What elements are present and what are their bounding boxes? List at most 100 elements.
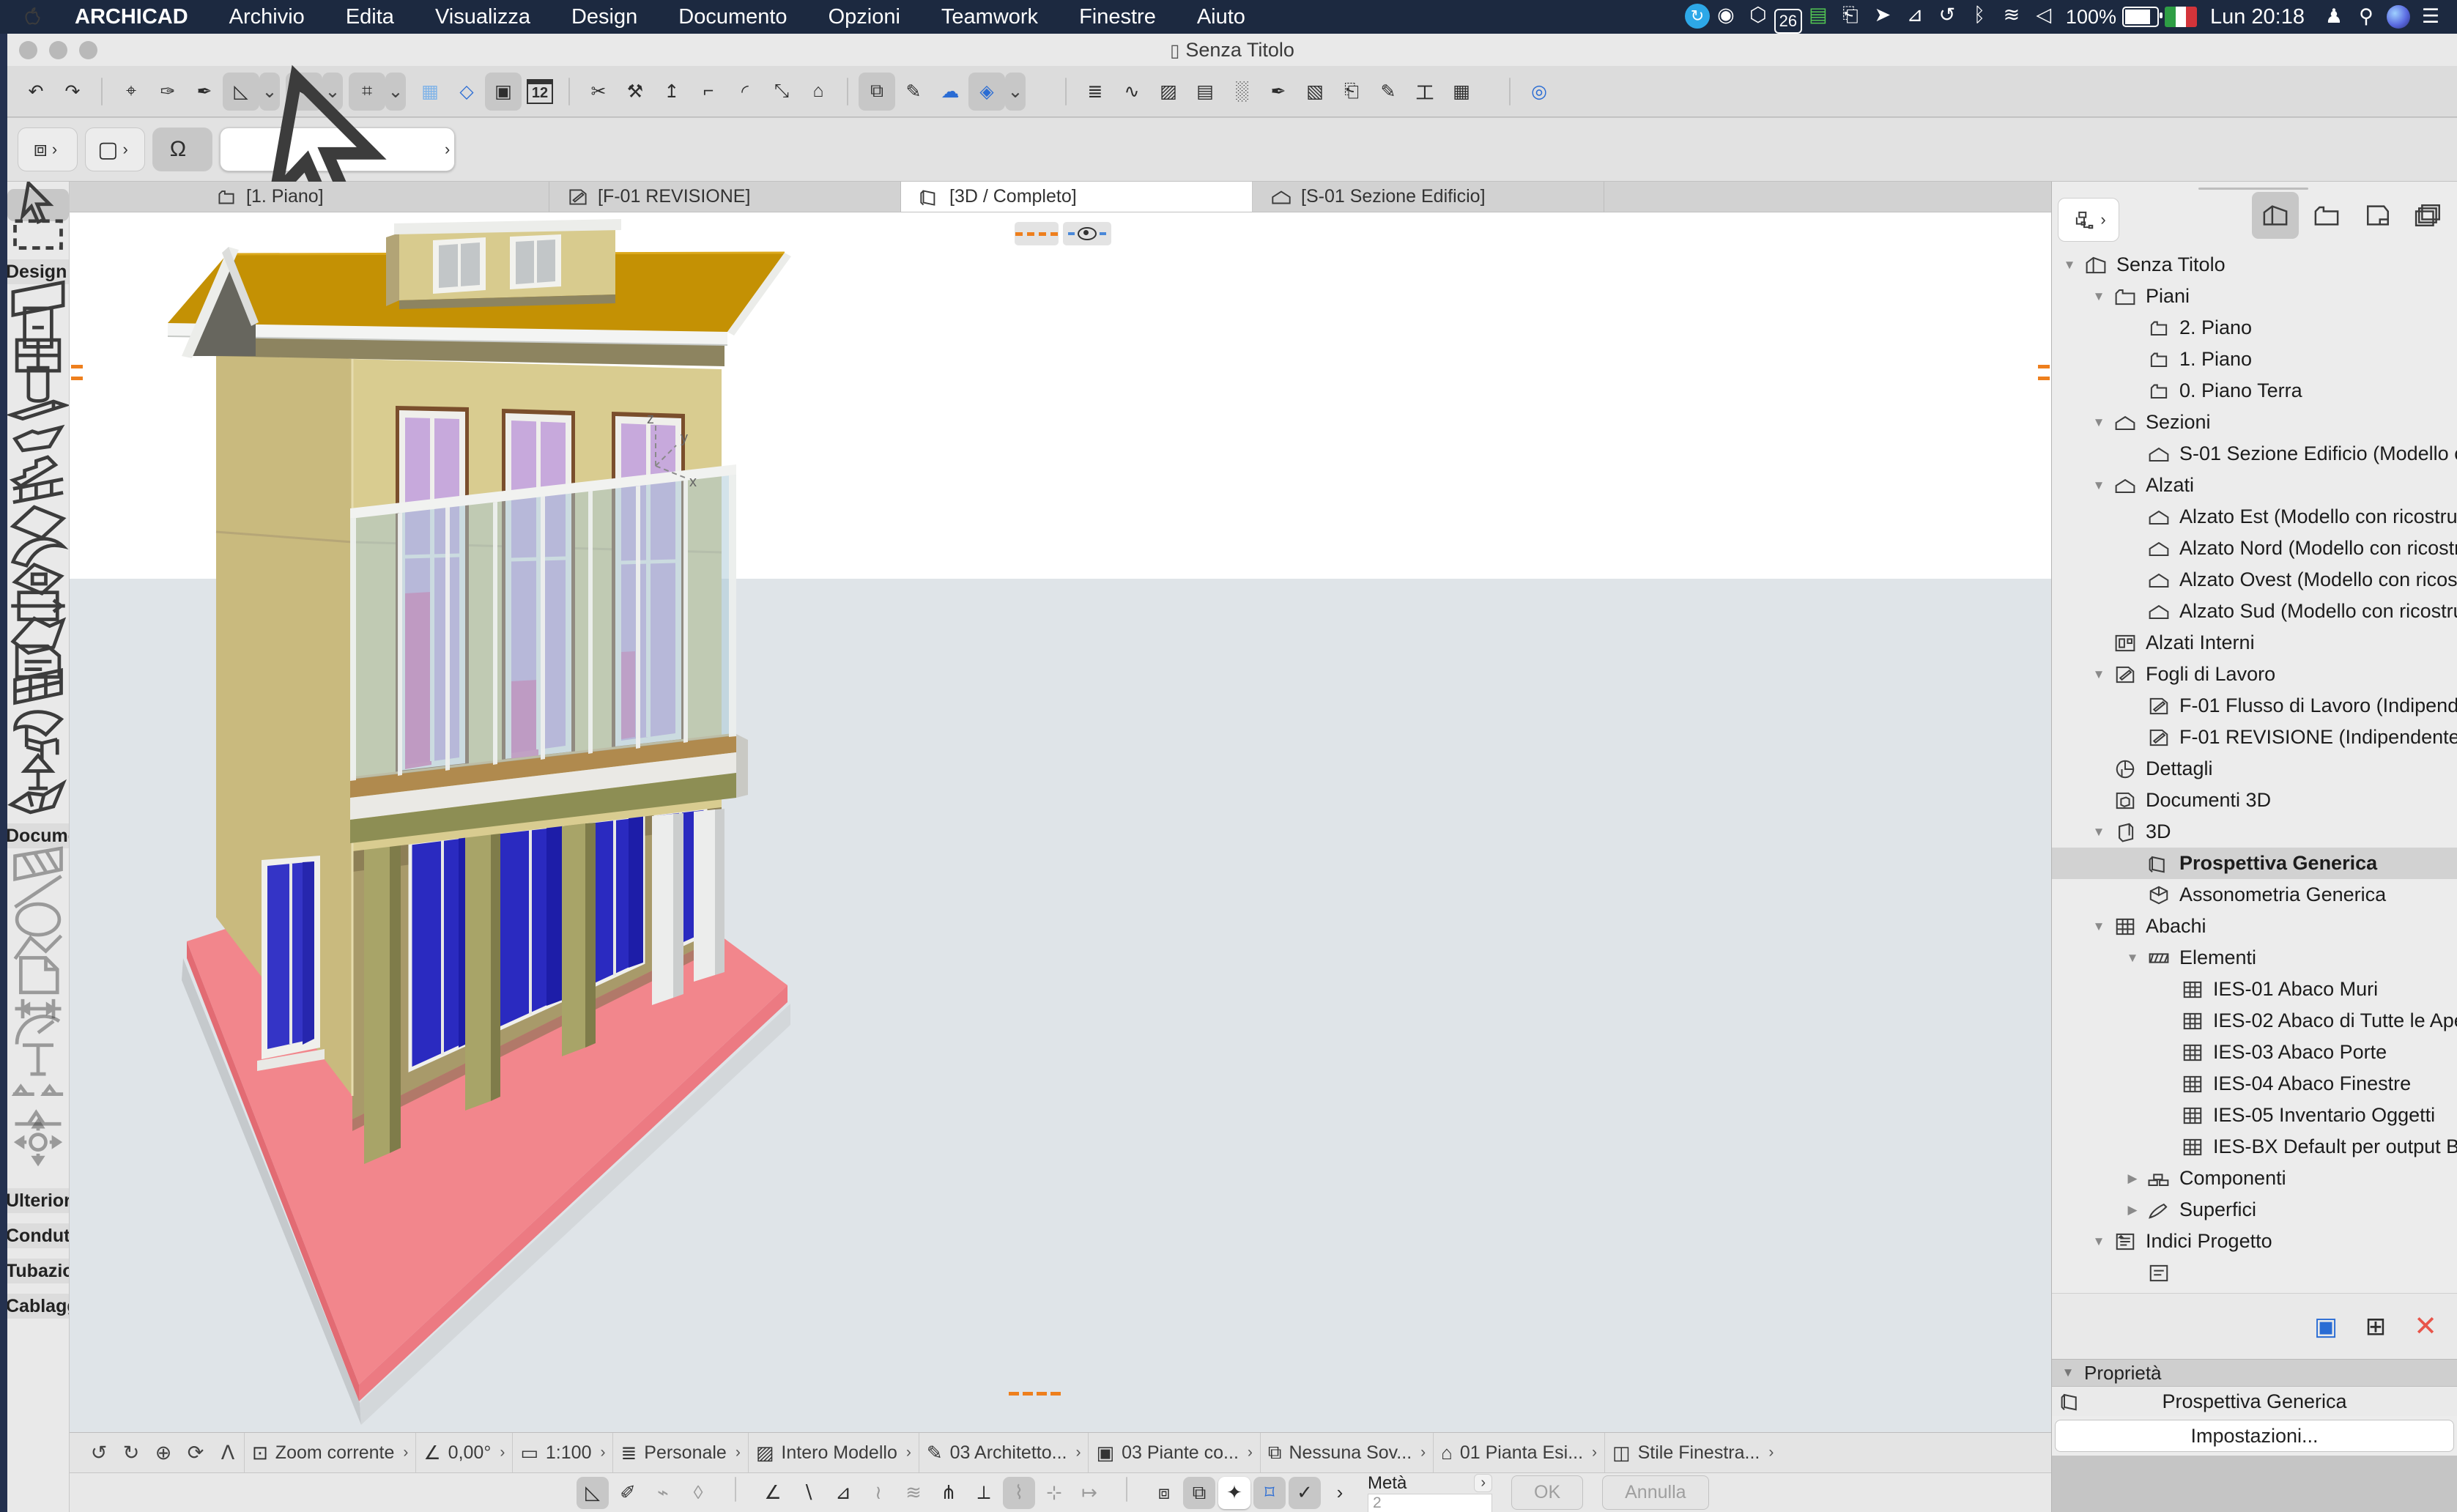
- visibility-eye-toggle[interactable]: [1063, 222, 1111, 245]
- view-tab[interactable]: [3D / Completo]: [901, 182, 1253, 212]
- tree-item[interactable]: [2052, 1257, 2457, 1289]
- panel-drag-handle[interactable]: [2198, 188, 2308, 190]
- inject-params[interactable]: ✒: [186, 73, 223, 111]
- tree-item[interactable]: Documenti 3D: [2052, 785, 2457, 816]
- surfaces[interactable]: ▧: [1297, 73, 1333, 111]
- toolbar-button[interactable]: [847, 78, 848, 105]
- status-segment[interactable]: ▣03 Piante co...›: [1088, 1433, 1259, 1472]
- tree-item[interactable]: Assonometria Generica: [2052, 879, 2457, 911]
- tree-item[interactable]: IES-05 Inventario Oggetti: [2052, 1100, 2457, 1131]
- chevron-right-icon[interactable]: ›: [1474, 1474, 1492, 1492]
- close[interactable]: ✕: [2407, 1308, 2444, 1346]
- tree-item[interactable]: ▼Sezioni: [2052, 407, 2457, 438]
- tree-item[interactable]: ▼Elementi: [2052, 942, 2457, 974]
- editing-plane-toggle[interactable]: [1015, 222, 1059, 245]
- tree-item[interactable]: Dettagli: [2052, 753, 2457, 785]
- menu-item[interactable]: Opzioni: [808, 5, 921, 29]
- marquee-transform[interactable]: ⧉: [859, 73, 895, 111]
- fillet[interactable]: ◜: [727, 73, 763, 111]
- menu-clock[interactable]: Lun 20:18: [2203, 5, 2312, 29]
- menu-item[interactable]: Teamwork: [921, 5, 1059, 29]
- marquee-cursor[interactable]: ▢›: [85, 127, 145, 171]
- composites[interactable]: ▤: [1187, 73, 1223, 111]
- menu-item[interactable]: Design: [551, 5, 658, 29]
- menu-item[interactable]: Archivio: [209, 5, 325, 29]
- tree-item[interactable]: IES-02 Abaco di Tutte le Aperture: [2052, 1005, 2457, 1037]
- view-tab[interactable]: [F-01 REVISIONE]: [549, 182, 901, 212]
- status-segment[interactable]: ▭1:100›: [512, 1433, 612, 1472]
- cutaway-3d[interactable]: ◈: [968, 73, 1005, 111]
- siri[interactable]: ●: [2382, 2, 2415, 32]
- toolbar-button[interactable]: [1509, 78, 1511, 105]
- apple-menu-icon[interactable]: [16, 4, 50, 29]
- view-map[interactable]: [2303, 192, 2350, 239]
- sync[interactable]: ↻: [1685, 4, 1710, 29]
- tree-item[interactable]: IES-03 Abaco Porte: [2052, 1037, 2457, 1068]
- fills[interactable]: ▨: [1150, 73, 1187, 111]
- spotlight[interactable]: ⚲: [2350, 2, 2382, 32]
- tree-item[interactable]: F-01 REVISIONE (Indipendente): [2052, 722, 2457, 753]
- menu-item[interactable]: Aiuto: [1176, 5, 1266, 29]
- chevron-down[interactable]: ⌄: [1005, 73, 1026, 111]
- tree-item[interactable]: Alzati Interni: [2052, 627, 2457, 659]
- cancel-button[interactable]: Annulla: [1602, 1475, 1708, 1510]
- status-segment[interactable]: ⧉Nessuna Sov...›: [1260, 1433, 1433, 1472]
- undo[interactable]: ↶: [18, 73, 54, 111]
- tree-item[interactable]: ▼Senza Titolo: [2052, 249, 2457, 281]
- snap-point[interactable]: ⌇: [1003, 1477, 1035, 1509]
- tree-item[interactable]: ▼Alzati: [2052, 470, 2457, 501]
- redo[interactable]: ↷: [54, 73, 91, 111]
- snap-perp[interactable]: ⟂: [968, 1477, 1000, 1509]
- guide-ruler[interactable]: ◺: [577, 1477, 609, 1509]
- viewport-3d[interactable]: z y x: [70, 212, 2051, 1432]
- status-icon[interactable]: 26: [1774, 9, 1802, 34]
- arrow-cursor[interactable]: ›: [220, 127, 455, 171]
- tree-item[interactable]: S-01 Sezione Edificio (Modello con ricos…: [2052, 438, 2457, 470]
- line-types[interactable]: ∿: [1113, 73, 1150, 111]
- snap-offset[interactable]: ≀: [862, 1477, 894, 1509]
- properties-header[interactable]: ▼ Proprietà: [2052, 1359, 2457, 1387]
- tree-item[interactable]: Alzato Sud (Modello con ricostruzione au: [2052, 596, 2457, 627]
- snap-multi-offset[interactable]: ≋: [897, 1477, 930, 1509]
- status-segment[interactable]: ≣Personale›: [612, 1433, 747, 1472]
- toolbar-button[interactable]: [101, 78, 103, 105]
- nav-forward[interactable]: ↻: [115, 1437, 147, 1469]
- tree-item[interactable]: ▼3D: [2052, 816, 2457, 848]
- hatches[interactable]: ░: [1223, 73, 1260, 111]
- toolbar-button[interactable]: [568, 78, 570, 105]
- tree-item[interactable]: ▼Fogli di Lavoro: [2052, 659, 2457, 690]
- status-segment[interactable]: ▨Intero Modello›: [748, 1433, 919, 1472]
- tree-item[interactable]: F-01 Flusso di Lavoro (Indipendente): [2052, 690, 2457, 722]
- node-edit[interactable]: ▣: [485, 73, 522, 111]
- find-select[interactable]: ⌖: [113, 73, 149, 111]
- tree-item[interactable]: 0. Piano Terra: [2052, 375, 2457, 407]
- snap-elements[interactable]: ✓: [1289, 1477, 1321, 1509]
- layout-book[interactable]: [2354, 192, 2401, 239]
- project-map[interactable]: [2252, 192, 2299, 239]
- snap-vertex[interactable]: ∠: [757, 1477, 789, 1509]
- add-viewpoint[interactable]: ⊞: [2357, 1308, 2394, 1346]
- adjust[interactable]: ↥: [653, 73, 690, 111]
- stacks[interactable]: ▤: [1802, 0, 1834, 29]
- trim[interactable]: ⚒: [617, 73, 653, 111]
- project-tree-button[interactable]: ›: [2058, 198, 2119, 242]
- tree-item[interactable]: IES-01 Abaco Muri: [2052, 974, 2457, 1005]
- tree-item[interactable]: ▶Componenti: [2052, 1163, 2457, 1194]
- tree-item[interactable]: ▼Indici Progetto: [2052, 1226, 2457, 1257]
- bookmark[interactable]: ⎗: [1834, 1, 1867, 30]
- pens[interactable]: ✒: [1260, 73, 1297, 111]
- orbit[interactable]: ⟳: [179, 1437, 212, 1469]
- tree-item[interactable]: IES-04 Abaco Finestre: [2052, 1068, 2457, 1100]
- ok-button[interactable]: OK: [1511, 1475, 1583, 1510]
- bbox-3d[interactable]: ⧉: [1183, 1477, 1215, 1509]
- pointer[interactable]: ➤: [1867, 0, 1899, 29]
- resize[interactable]: ⤡: [763, 73, 800, 111]
- zoom-in[interactable]: ⊕: [147, 1437, 179, 1469]
- tool[interactable]: Cablagg: [7, 1294, 70, 1319]
- status-segment[interactable]: ∠0,00°›: [415, 1433, 512, 1472]
- publisher[interactable]: [2406, 192, 2453, 239]
- tree-item[interactable]: ▶Superfici: [2052, 1194, 2457, 1226]
- marquee-tool[interactable]: [7, 221, 69, 253]
- magic-wand[interactable]: ✦: [1218, 1477, 1250, 1509]
- split[interactable]: ✂: [580, 73, 617, 111]
